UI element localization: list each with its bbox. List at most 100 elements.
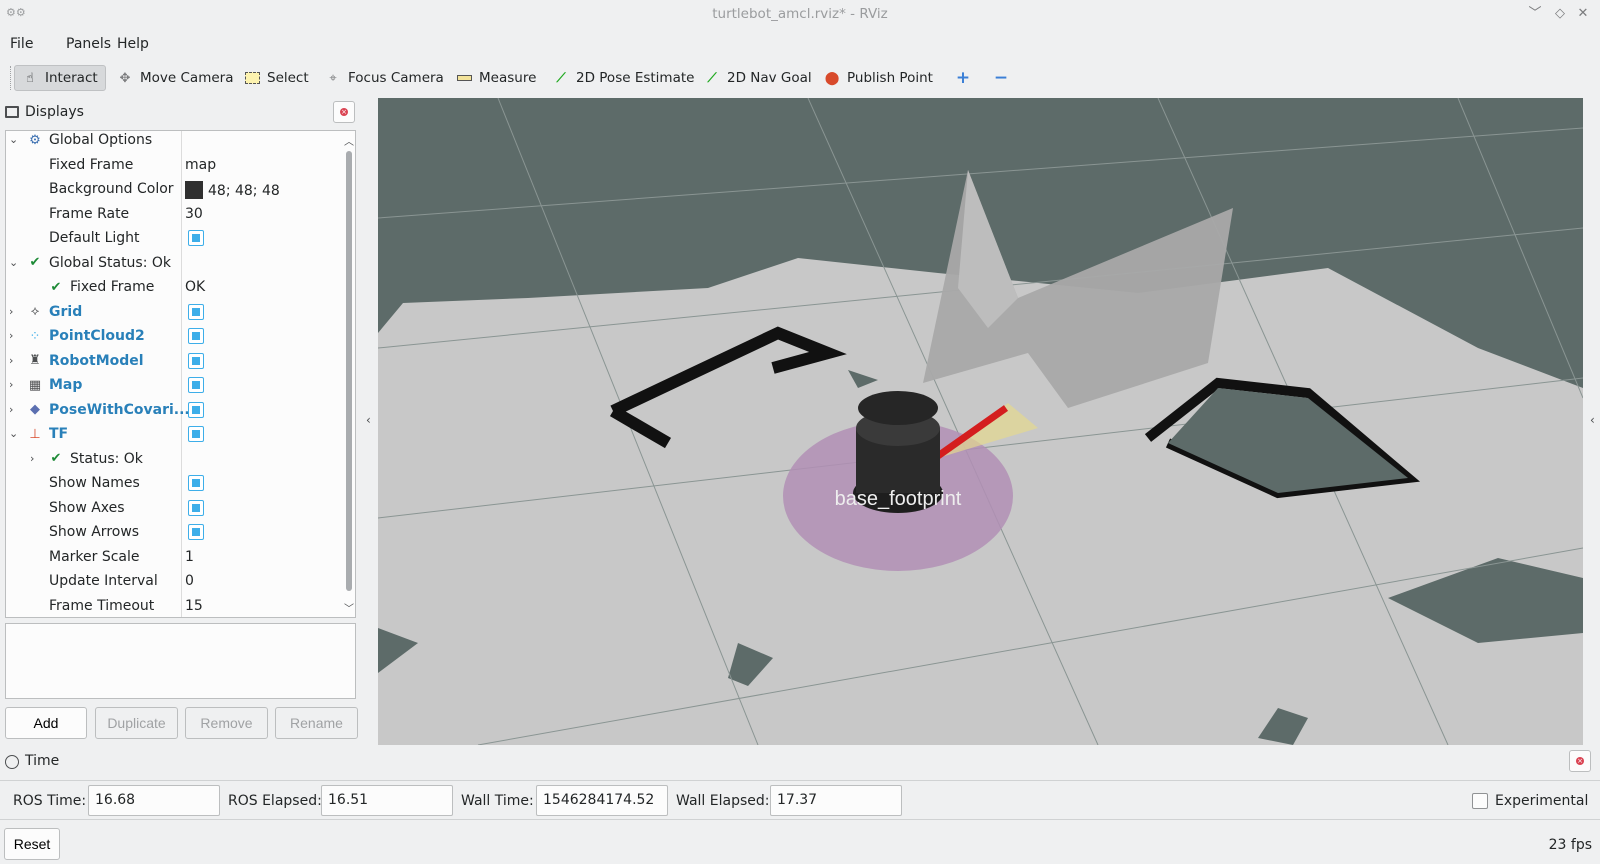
scrollbar-thumb[interactable]: [346, 151, 352, 591]
menu-panels[interactable]: Panels: [66, 36, 111, 52]
ros-time-label: ROS Time:: [13, 793, 87, 809]
tree-row-label: Frame Timeout: [49, 597, 155, 614]
enable-checkbox[interactable]: [188, 401, 204, 418]
tree-row[interactable]: › ⁘ PointCloud2: [6, 324, 341, 349]
close-window-icon[interactable]: ✕: [1575, 6, 1591, 22]
enable-checkbox[interactable]: [188, 426, 204, 442]
tool-2d-nav-goal[interactable]: ⟋ 2D Nav Goal: [697, 65, 819, 91]
expand-right-icon[interactable]: ›: [9, 378, 21, 391]
maximize-icon[interactable]: ◇: [1552, 6, 1568, 22]
tree-row[interactable]: ✔ Fixed Frame OK: [6, 275, 341, 300]
menu-help[interactable]: Help: [117, 36, 149, 52]
tree-row-value[interactable]: 0: [185, 573, 194, 589]
enable-checkbox[interactable]: [188, 230, 204, 246]
tool-2d-pose-estimate[interactable]: ⟋ 2D Pose Estimate: [546, 65, 701, 91]
color-swatch[interactable]: [185, 181, 203, 199]
render-viewport[interactable]: base_footprint: [378, 98, 1583, 745]
enable-checkbox[interactable]: [188, 328, 204, 344]
tree-row[interactable]: Frame Rate 30: [6, 202, 341, 227]
scroll-down-icon[interactable]: ﹀: [344, 600, 354, 615]
close-time-button[interactable]: ×: [1569, 750, 1591, 772]
status-bar: Reset 23 fps: [0, 824, 1600, 864]
enable-checkbox[interactable]: [188, 524, 204, 540]
ruler-icon: [456, 70, 472, 86]
expand-down-icon[interactable]: ⌄: [9, 427, 21, 440]
tool-focus-camera[interactable]: ⌖ Focus Camera: [318, 65, 451, 91]
tree-row[interactable]: › ◆ PoseWithCovari...: [6, 398, 341, 423]
wall-time-field[interactable]: 1546284174.52: [536, 785, 668, 816]
expand-down-icon[interactable]: ⌄: [9, 256, 21, 269]
tree-row-label: RobotModel: [49, 352, 144, 369]
color-value: 48; 48; 48: [208, 183, 280, 199]
tree-row[interactable]: › ▦ Map: [6, 373, 341, 398]
add-button[interactable]: Add: [5, 707, 87, 739]
enable-checkbox[interactable]: [188, 377, 204, 393]
toolbar-handle[interactable]: [10, 66, 12, 90]
tree-row[interactable]: ⌄ ✔ Global Status: Ok: [6, 251, 341, 276]
remove-button[interactable]: Remove: [185, 707, 268, 739]
tool-move-camera[interactable]: ✥ Move Camera: [110, 65, 240, 91]
tool-publish-point[interactable]: ⬤ Publish Point: [817, 65, 940, 91]
tree-row[interactable]: › ✔ Status: Ok: [6, 447, 341, 472]
wall-elapsed-field[interactable]: 17.37: [770, 785, 902, 816]
tree-row[interactable]: Update Interval 0: [6, 569, 341, 594]
rename-button[interactable]: Rename: [275, 707, 358, 739]
close-displays-button[interactable]: ×: [333, 101, 355, 123]
menu-file[interactable]: File: [10, 36, 33, 52]
displays-panel-header: Displays ×: [0, 99, 360, 127]
wall-elapsed-label: Wall Elapsed:: [676, 793, 770, 809]
plus-icon: +: [955, 68, 971, 88]
tree-row[interactable]: Default Light: [6, 226, 341, 251]
experimental-checkbox[interactable]: [1472, 793, 1488, 809]
tree-row[interactable]: ⌄ ⚙ Global Options: [6, 131, 341, 153]
expand-right-icon[interactable]: ›: [30, 452, 42, 465]
title-bar: ⚙⚙ turtlebot_amcl.rviz* - RViz ﹀ ◇ ✕: [0, 0, 1600, 30]
tree-row[interactable]: Fixed Frame map: [6, 153, 341, 178]
tree-row[interactable]: Marker Scale 1: [6, 545, 341, 570]
tree-row-value[interactable]: 15: [185, 598, 203, 614]
tree-row-value[interactable]: 1: [185, 549, 194, 565]
map-icon: ▦: [28, 377, 42, 393]
expand-right-icon[interactable]: ›: [9, 403, 21, 416]
expand-right-icon[interactable]: ›: [9, 354, 21, 367]
tree-row-value[interactable]: map: [185, 157, 216, 173]
tree-row[interactable]: Background Color 48; 48; 48: [6, 177, 341, 202]
expand-down-icon[interactable]: ⌄: [9, 133, 21, 146]
expand-right-icon[interactable]: ›: [9, 329, 21, 342]
tree-row[interactable]: Frame Timeout 15: [6, 594, 341, 618]
collapse-right-icon[interactable]: ‹: [1590, 413, 1595, 427]
tree-row-value[interactable]: OK: [185, 279, 205, 295]
tree-row[interactable]: › ⟡ Grid: [6, 300, 341, 325]
enable-checkbox[interactable]: [188, 303, 204, 320]
ros-elapsed-field[interactable]: 16.51: [321, 785, 453, 816]
add-tool-button[interactable]: +: [948, 65, 978, 91]
tree-row-value[interactable]: 30: [185, 206, 203, 222]
robot-icon: ♜: [29, 353, 41, 368]
focus-camera-icon: ⌖: [329, 70, 337, 86]
tree-row[interactable]: Show Names: [6, 471, 341, 496]
tree-row[interactable]: Show Arrows: [6, 520, 341, 545]
scroll-up-icon[interactable]: ︿: [344, 133, 354, 148]
duplicate-button[interactable]: Duplicate: [95, 707, 178, 739]
minimize-icon[interactable]: ﹀: [1527, 6, 1543, 22]
remove-tool-button[interactable]: −: [986, 65, 1016, 91]
enable-checkbox[interactable]: [188, 499, 204, 516]
collapse-left-icon[interactable]: ‹: [366, 413, 371, 427]
tree-row[interactable]: › ♜ RobotModel: [6, 349, 341, 374]
monitor-icon: [5, 106, 19, 118]
tree-row[interactable]: Show Axes: [6, 496, 341, 521]
tree-scrollbar[interactable]: ︿ ﹀: [342, 131, 355, 617]
tree-row-value[interactable]: 48; 48; 48: [185, 181, 280, 199]
tree-row-label: Status: Ok: [70, 450, 143, 467]
reset-button[interactable]: Reset: [4, 828, 60, 860]
tree-row[interactable]: ⌄ ⊥ TF: [6, 422, 341, 447]
tool-select[interactable]: Select: [237, 65, 316, 91]
expand-right-icon[interactable]: ›: [9, 305, 21, 318]
enable-checkbox[interactable]: [188, 475, 204, 491]
tool-interact[interactable]: ☝ Interact: [14, 65, 106, 91]
map-pin-icon: ⬤: [824, 70, 840, 86]
enable-checkbox[interactable]: [188, 352, 204, 369]
tree-row-label: Show Axes: [49, 499, 125, 516]
tool-measure[interactable]: Measure: [449, 65, 543, 91]
ros-time-field[interactable]: 16.68: [88, 785, 220, 816]
